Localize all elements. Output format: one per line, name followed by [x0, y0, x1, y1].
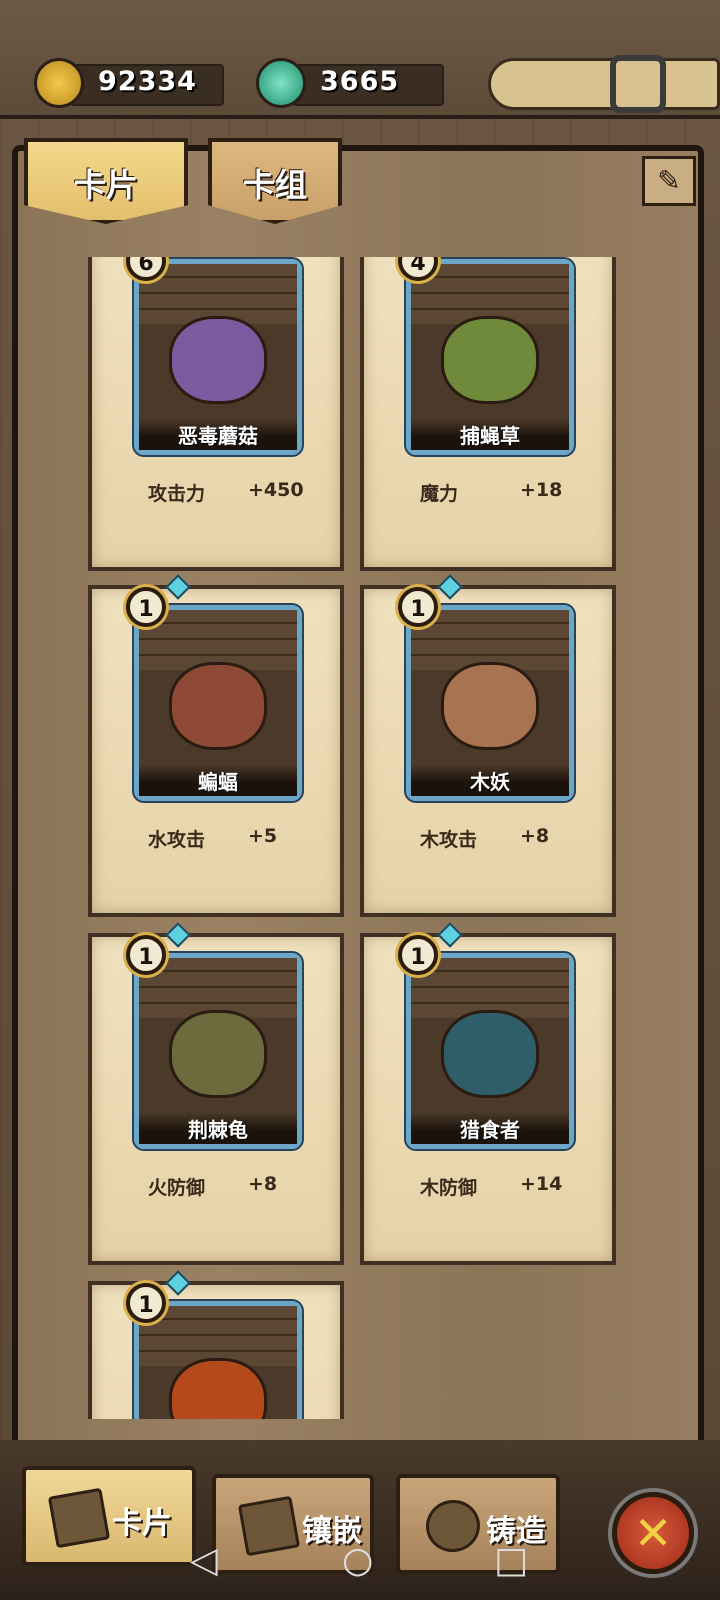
- card-art: [169, 662, 267, 750]
- level-badge: 1: [398, 935, 438, 975]
- level-badge: 1: [126, 1283, 166, 1323]
- cards-icon: [47, 1487, 111, 1549]
- gem-icon: [437, 574, 463, 600]
- gold-nugget-icon: [34, 58, 84, 108]
- back-icon[interactable]: ◁: [190, 1540, 218, 1581]
- card-name: 荆棘龟: [139, 1112, 297, 1144]
- card-item[interactable]: 荆棘龟 1 火防御 +8: [88, 922, 344, 1265]
- card-list[interactable]: 恶毒蘑菇 6 攻击力 +450 捕蝇草 4 魔力 +18 蝙蝠 1 水攻击 +5…: [88, 257, 636, 1419]
- level-badge: 1: [126, 587, 166, 627]
- card-item[interactable]: 猎食者 1 木防御 +14: [360, 922, 616, 1265]
- stat-name: 魔力: [420, 483, 459, 505]
- gold-value: 92334: [98, 66, 197, 97]
- card-frame: 蝙蝠: [134, 605, 302, 801]
- stat-name: 木攻击: [420, 829, 478, 851]
- card-item[interactable]: 蝙蝠 1 水攻击 +5: [88, 574, 344, 917]
- stat-name: 攻击力: [148, 483, 206, 505]
- card-frame: 木妖: [406, 605, 574, 801]
- gem-icon: [165, 1270, 191, 1296]
- card-art: [169, 1010, 267, 1098]
- stat-value: +5: [248, 825, 278, 847]
- green-gem-icon: [256, 58, 306, 108]
- nav-cards-button[interactable]: 卡片: [22, 1466, 196, 1566]
- level-badge: 1: [126, 935, 166, 975]
- card-art: [169, 316, 267, 404]
- stat-name: 木防御: [420, 1177, 478, 1199]
- card-name: 蝙蝠: [139, 764, 297, 796]
- gem-value: 3665: [320, 66, 400, 97]
- stat-value: +18: [520, 479, 563, 501]
- card-item[interactable]: 恶毒蘑菇 6 攻击力 +450: [88, 257, 344, 571]
- book-icon: [237, 1495, 301, 1557]
- card-art: [441, 1010, 539, 1098]
- nav-forge-button[interactable]: 铸造: [396, 1474, 560, 1574]
- card-frame: 捕蝇草: [406, 259, 574, 455]
- card-frame: 荆棘龟: [134, 953, 302, 1149]
- brush-icon[interactable]: ✎: [642, 156, 696, 206]
- card-art: [169, 1358, 267, 1419]
- card-art: [441, 316, 539, 404]
- stat-value: +14: [520, 1173, 563, 1195]
- card-name: 木妖: [411, 764, 569, 796]
- card-item[interactable]: 捕蝇草 4 魔力 +18: [360, 257, 616, 571]
- card-item[interactable]: 1: [88, 1270, 344, 1419]
- stat-name: 水攻击: [148, 829, 206, 851]
- gem-icon: [437, 922, 463, 948]
- card-item[interactable]: 木妖 1 木攻击 +8: [360, 574, 616, 917]
- stat-value: +8: [248, 1173, 278, 1195]
- card-art: [441, 662, 539, 750]
- forge-icon: [421, 1495, 485, 1557]
- card-name: 猎食者: [411, 1112, 569, 1144]
- card-frame: 恶毒蘑菇: [134, 259, 302, 455]
- gem-icon: [165, 922, 191, 948]
- level-badge: 1: [398, 587, 438, 627]
- card-name: 恶毒蘑菇: [139, 418, 297, 450]
- card-frame: [134, 1301, 302, 1419]
- stat-value: +450: [248, 479, 304, 501]
- recent-apps-icon[interactable]: □: [494, 1540, 528, 1581]
- card-name: 捕蝇草: [411, 418, 569, 450]
- close-button[interactable]: ✕: [612, 1492, 694, 1574]
- stat-value: +8: [520, 825, 550, 847]
- home-icon[interactable]: ○: [342, 1540, 373, 1581]
- card-frame: 猎食者: [406, 953, 574, 1149]
- buckle-icon: [610, 55, 666, 113]
- stat-name: 火防御: [148, 1177, 206, 1199]
- top-bar: 92334 3665: [0, 0, 720, 119]
- gem-icon: [165, 574, 191, 600]
- menu-strap[interactable]: [488, 58, 720, 110]
